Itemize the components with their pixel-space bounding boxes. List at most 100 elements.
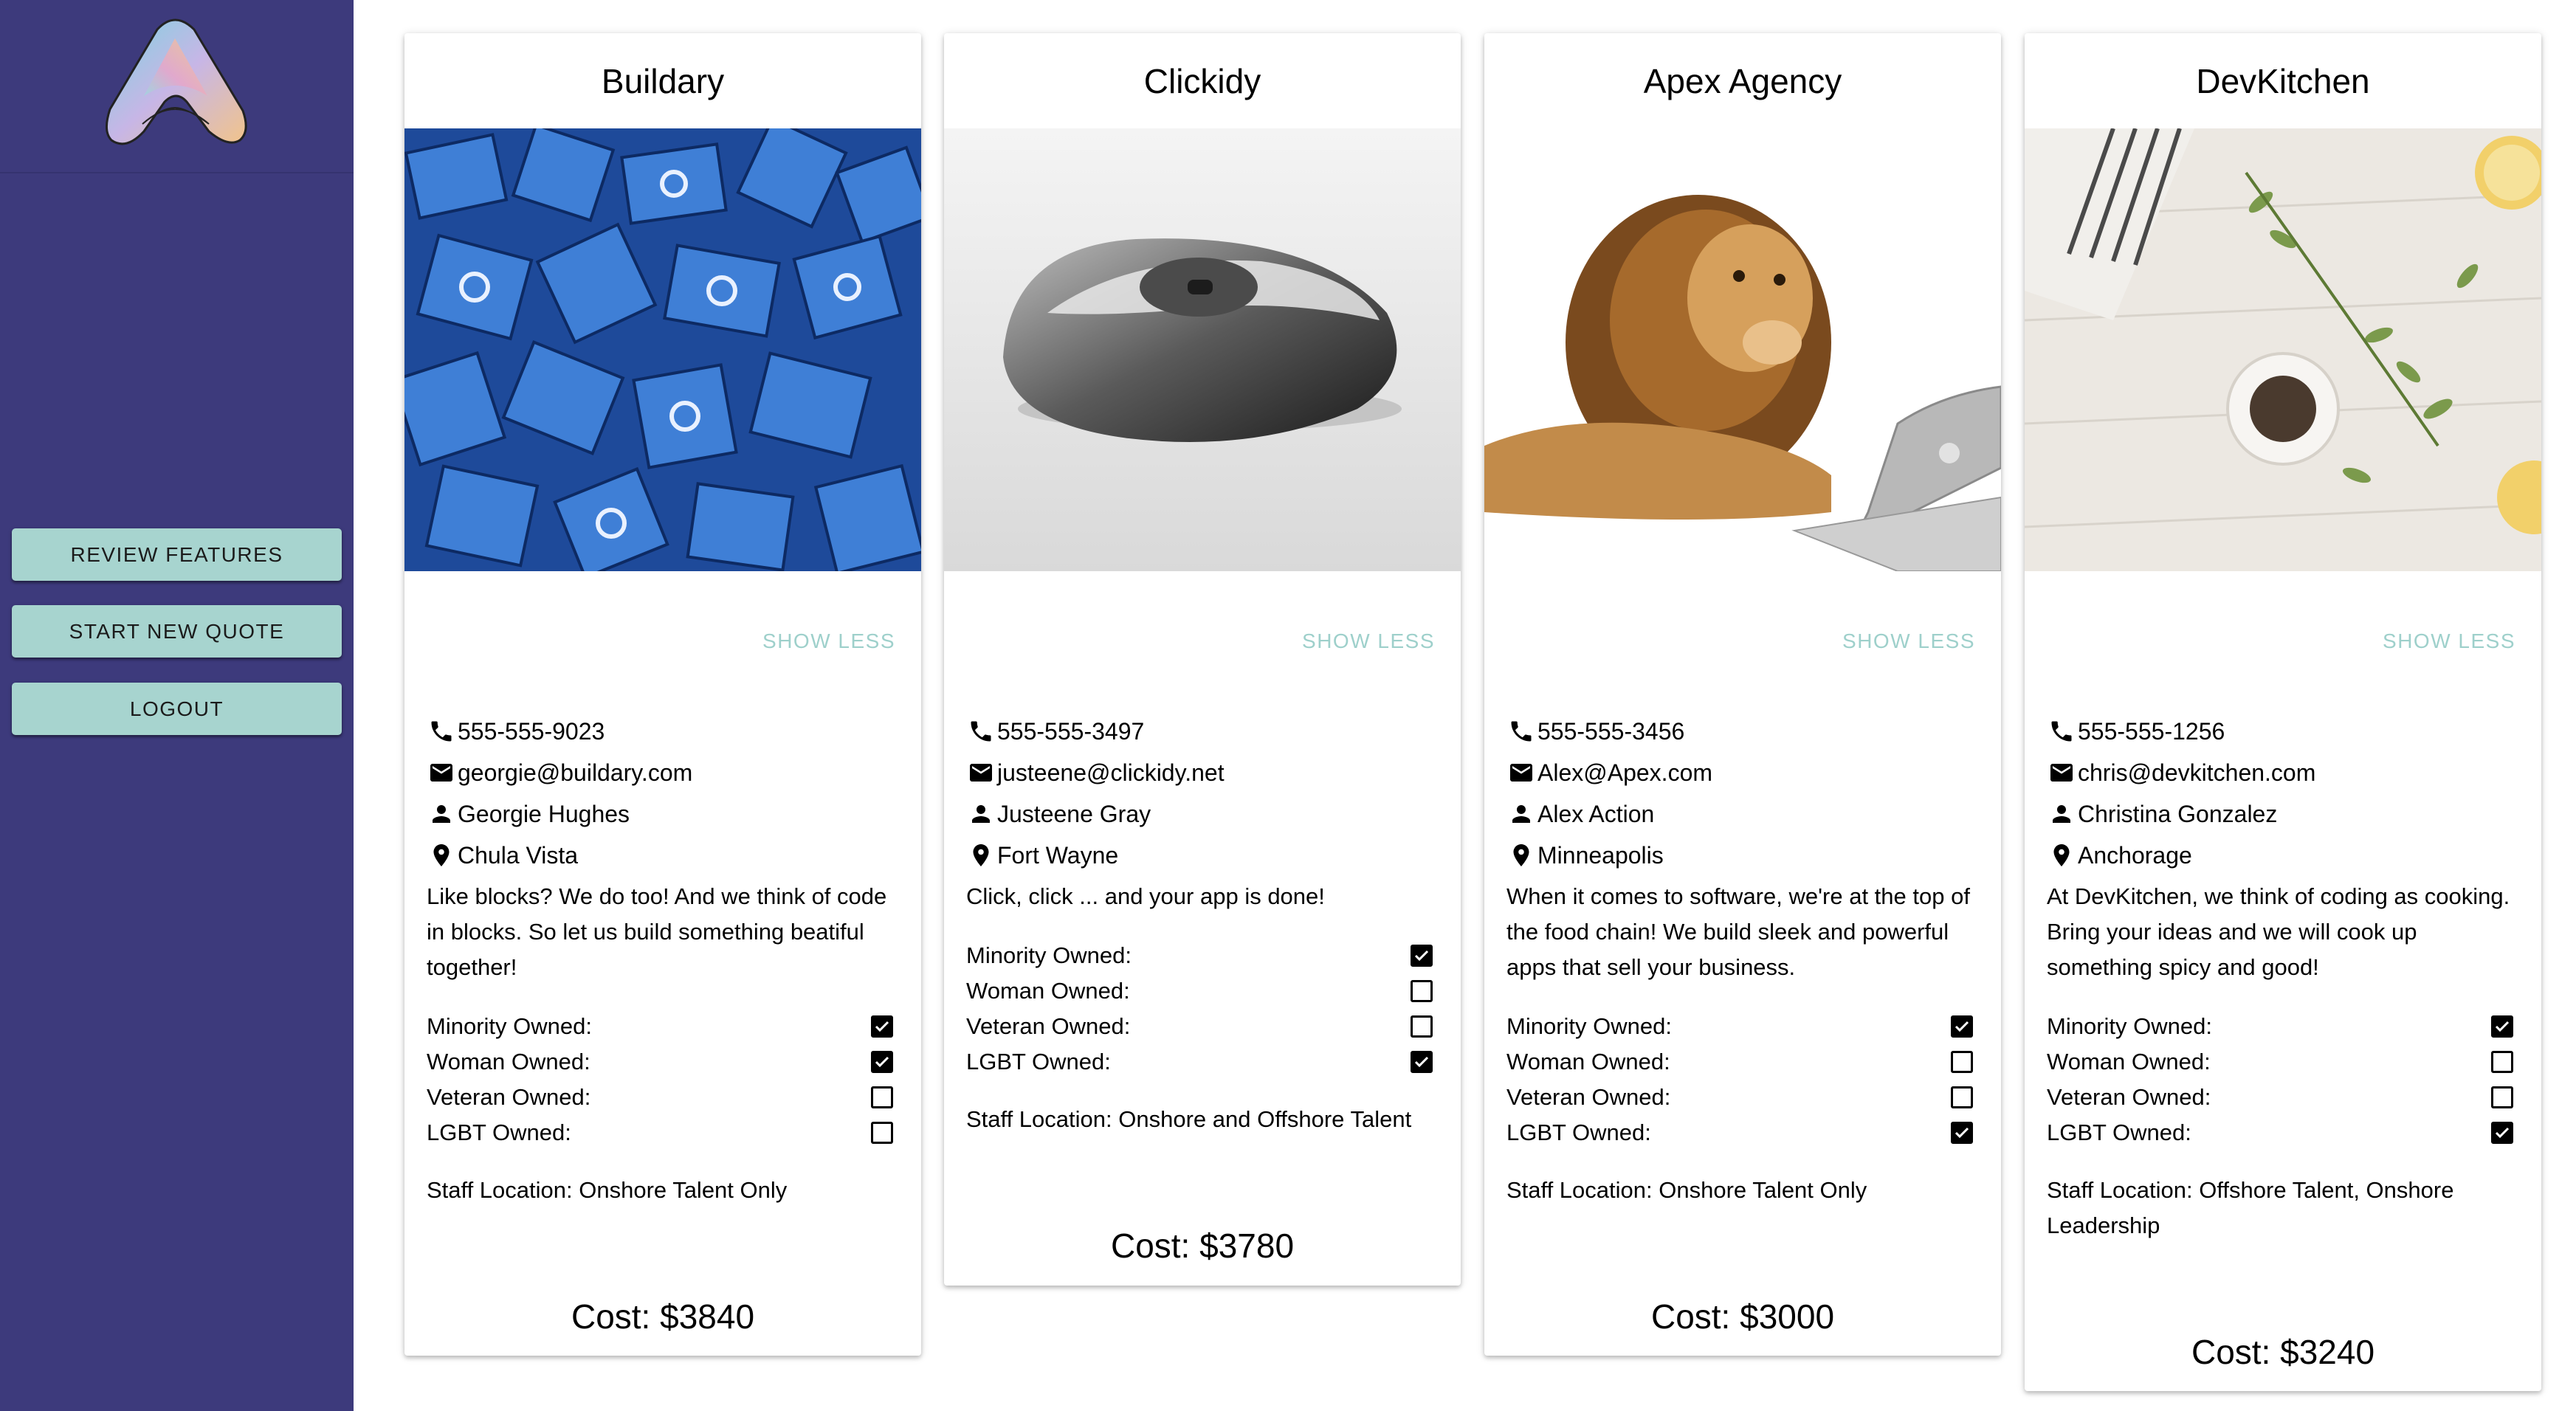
- phone-row: 555-555-3497: [966, 711, 1225, 752]
- checkbox-unchecked[interactable]: [871, 1086, 893, 1108]
- email-text: georgie@buildary.com: [458, 759, 693, 786]
- ownership-label: Veteran Owned:: [1506, 1084, 1671, 1110]
- phone-row: 555-555-3456: [1506, 711, 1712, 752]
- contact-row: Alex Action: [1506, 793, 1712, 835]
- checkbox-checked[interactable]: [1411, 1051, 1433, 1073]
- location-text: Minneapolis: [1537, 841, 1664, 869]
- email-row: Alex@Apex.com: [1506, 752, 1712, 793]
- email-text: justeene@clickidy.net: [997, 759, 1225, 786]
- app-logo: [106, 18, 247, 145]
- phone-icon: [2047, 717, 2076, 746]
- show-less-button[interactable]: SHOW LESS: [1842, 629, 1975, 653]
- checkbox-checked[interactable]: [871, 1051, 893, 1073]
- phone-icon: [427, 717, 456, 746]
- cost-text: Cost: $3840: [571, 1297, 755, 1336]
- cost-text: Cost: $3000: [1650, 1297, 1835, 1336]
- checkbox-unchecked[interactable]: [1951, 1086, 1973, 1108]
- card-title: Apex Agency: [1643, 61, 1842, 100]
- review-features-button[interactable]: REVIEW FEATURES: [12, 528, 342, 581]
- ownership-row: LGBT Owned:: [2047, 1115, 2519, 1150]
- checkbox-unchecked[interactable]: [1951, 1051, 1973, 1073]
- vendor-card: DevKitchen SHOW LESS 555-555-1256 chris@…: [2025, 33, 2541, 1391]
- person-icon: [966, 799, 996, 829]
- card-title: Buildary: [601, 61, 725, 100]
- email-icon: [427, 758, 456, 787]
- location-text: Fort Wayne: [997, 841, 1119, 869]
- ownership-label: Woman Owned:: [427, 1049, 590, 1074]
- location-pin-icon: [1506, 841, 1536, 870]
- checkbox-unchecked[interactable]: [1411, 980, 1433, 1002]
- email-icon: [1506, 758, 1536, 787]
- ownership-row: LGBT Owned:: [427, 1115, 899, 1150]
- email-row: chris@devkitchen.com: [2047, 752, 2315, 793]
- card-title: Clickidy: [1143, 61, 1261, 100]
- location-row: Minneapolis: [1506, 835, 1712, 876]
- ownership-row: LGBT Owned:: [966, 1044, 1439, 1080]
- email-text: chris@devkitchen.com: [2078, 759, 2316, 786]
- ownership-row: Woman Owned:: [1506, 1044, 1979, 1080]
- ownership-row: Woman Owned:: [966, 973, 1439, 1009]
- ownership-row: Woman Owned:: [2047, 1044, 2519, 1080]
- ownership-label: LGBT Owned:: [1506, 1120, 1651, 1145]
- ownership-row: Veteran Owned:: [427, 1080, 899, 1115]
- phone-icon: [1506, 717, 1536, 746]
- sidebar: REVIEW FEATURES START NEW QUOTE LOGOUT: [0, 0, 354, 1411]
- lion-with-laptop-image: [1484, 128, 2001, 571]
- location-row: Fort Wayne: [966, 835, 1225, 876]
- person-icon: [1506, 799, 1536, 829]
- email-icon: [2047, 758, 2076, 787]
- contact-name: Alex Action: [1537, 800, 1655, 827]
- phone-row: 555-555-1256: [2047, 711, 2315, 752]
- ownership-list: Minority Owned: Woman Owned: Veteran Own…: [1506, 1009, 1979, 1150]
- person-icon: [2047, 799, 2076, 829]
- checkbox-checked[interactable]: [1951, 1122, 1973, 1144]
- ownership-label: Woman Owned:: [1506, 1049, 1670, 1074]
- ownership-label: Veteran Owned:: [2047, 1084, 2211, 1110]
- location-text: Chula Vista: [458, 841, 579, 869]
- checkbox-unchecked[interactable]: [871, 1122, 893, 1144]
- checkbox-checked[interactable]: [1951, 1015, 1973, 1038]
- contact-info: 555-555-9023 georgie@buildary.com Georgi…: [427, 711, 692, 876]
- checkbox-checked[interactable]: [1411, 945, 1433, 967]
- ownership-label: Woman Owned:: [966, 978, 1130, 1004]
- email-icon: [966, 758, 996, 787]
- contact-row: Georgie Hughes: [427, 793, 692, 835]
- phone-icon: [966, 717, 996, 746]
- logo-area: [0, 0, 354, 173]
- checkbox-checked[interactable]: [2491, 1015, 2513, 1038]
- email-text: Alex@Apex.com: [1537, 759, 1713, 786]
- ownership-label: Veteran Owned:: [427, 1084, 591, 1110]
- ownership-row: Minority Owned:: [1506, 1009, 1979, 1044]
- contact-info: 555-555-3456 Alex@Apex.com Alex Action M…: [1506, 711, 1712, 876]
- show-less-button[interactable]: SHOW LESS: [1302, 629, 1435, 653]
- contact-row: Christina Gonzalez: [2047, 793, 2315, 835]
- phone-text: 555-555-1256: [2078, 717, 2225, 745]
- checkbox-checked[interactable]: [871, 1015, 893, 1038]
- ownership-label: LGBT Owned:: [2047, 1120, 2191, 1145]
- ownership-row: Minority Owned:: [966, 938, 1439, 973]
- start-new-quote-button[interactable]: START NEW QUOTE: [12, 605, 342, 658]
- ownership-label: Minority Owned:: [966, 942, 1132, 968]
- show-less-button[interactable]: SHOW LESS: [762, 629, 895, 653]
- card-description: Like blocks? We do too! And we think of …: [427, 883, 887, 980]
- show-less-button[interactable]: SHOW LESS: [2383, 629, 2515, 653]
- logout-button[interactable]: LOGOUT: [12, 683, 342, 735]
- location-pin-icon: [966, 841, 996, 870]
- location-pin-icon: [2047, 841, 2076, 870]
- checkbox-unchecked[interactable]: [2491, 1051, 2513, 1073]
- email-row: georgie@buildary.com: [427, 752, 692, 793]
- contact-name: Georgie Hughes: [458, 800, 630, 827]
- ownership-label: Minority Owned:: [1506, 1013, 1672, 1039]
- blue-blocks-image: [404, 128, 921, 571]
- checkbox-checked[interactable]: [2491, 1122, 2513, 1144]
- location-text: Anchorage: [2078, 841, 2192, 869]
- ownership-label: LGBT Owned:: [427, 1120, 571, 1145]
- ownership-label: Minority Owned:: [2047, 1013, 2212, 1039]
- checkbox-unchecked[interactable]: [2491, 1086, 2513, 1108]
- ownership-list: Minority Owned: Woman Owned: Veteran Own…: [2047, 1009, 2519, 1150]
- ownership-row: Minority Owned:: [427, 1009, 899, 1044]
- checkbox-unchecked[interactable]: [1411, 1015, 1433, 1038]
- staff-location: Staff Location: Onshore Talent Only: [427, 1177, 788, 1203]
- contact-name: Christina Gonzalez: [2078, 800, 2278, 827]
- ownership-list: Minority Owned: Woman Owned: Veteran Own…: [427, 1009, 899, 1150]
